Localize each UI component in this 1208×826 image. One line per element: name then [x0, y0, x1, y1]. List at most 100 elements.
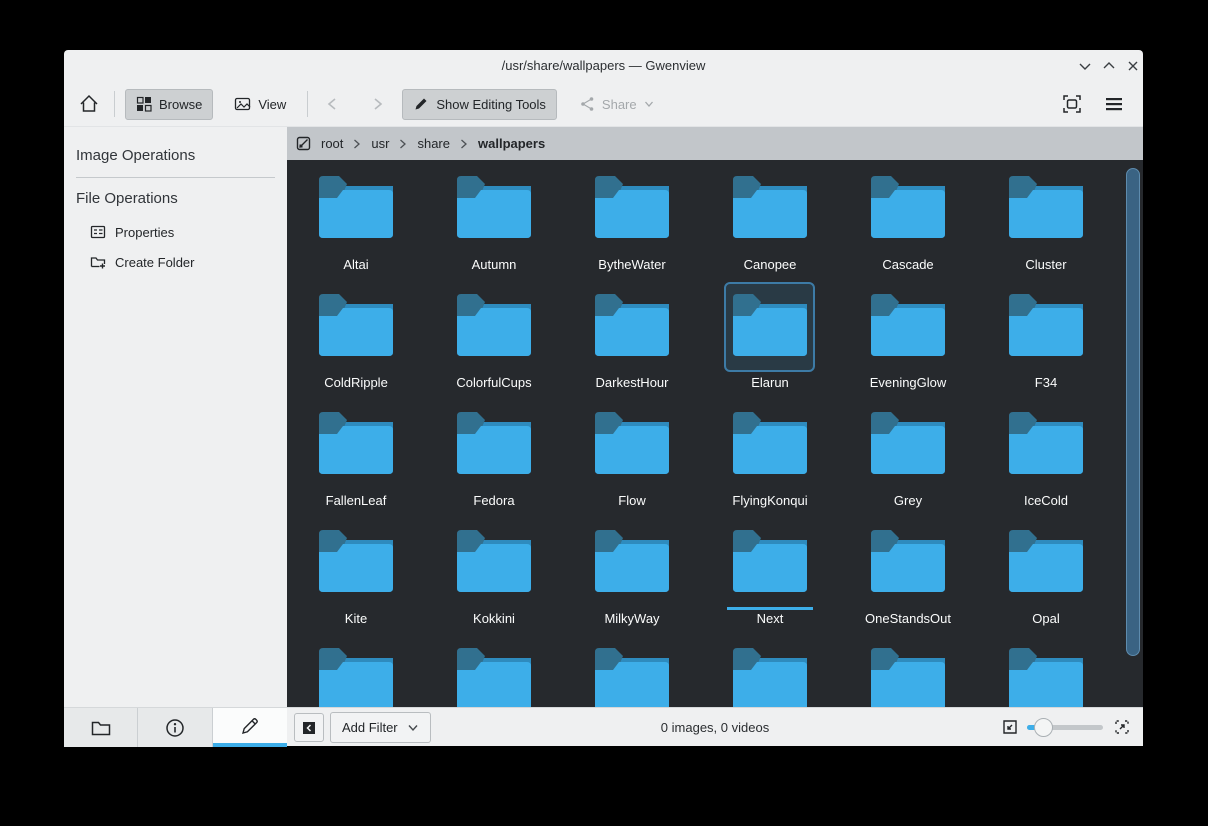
folder-item[interactable]: F34: [977, 290, 1115, 408]
tab-folders[interactable]: [64, 708, 138, 747]
folder-label: Canopee: [701, 257, 839, 272]
folder-item[interactable]: [977, 644, 1115, 707]
folder-item[interactable]: Grey: [839, 408, 977, 526]
folder-item[interactable]: Canopee: [701, 172, 839, 290]
folder-icon: [592, 526, 672, 594]
zoom-slider[interactable]: [1027, 708, 1103, 747]
hamburger-menu-button[interactable]: [1099, 89, 1129, 120]
folder-item[interactable]: [701, 644, 839, 707]
main-toolbar: Browse View Show Editing Tools: [64, 82, 1143, 127]
minimize-button[interactable]: [1077, 58, 1093, 74]
folder-label: DarkestHour: [563, 375, 701, 390]
vertical-scrollbar[interactable]: [1126, 168, 1140, 656]
folder-icon: [316, 290, 396, 358]
pencil-tab-icon: [239, 715, 261, 737]
browse-label: Browse: [159, 97, 202, 112]
hover-underline: [727, 607, 813, 610]
folder-label: FlyingKonqui: [701, 493, 839, 508]
breadcrumb-root[interactable]: root: [321, 136, 343, 151]
toolbar-separator: [307, 91, 308, 117]
breadcrumb-bar: root usr share wallpapers: [287, 127, 1143, 160]
folder-item[interactable]: Cluster: [977, 172, 1115, 290]
folder-icon: [454, 290, 534, 358]
folder-icon: [1006, 526, 1086, 594]
folder-item[interactable]: OneStandsOut: [839, 526, 977, 644]
folder-item[interactable]: Opal: [977, 526, 1115, 644]
sidebar-item-create-folder[interactable]: Create Folder: [76, 247, 275, 277]
folder-label: BytheWater: [563, 257, 701, 272]
zoom-fit-icon: [1001, 718, 1019, 736]
tab-information[interactable]: [138, 708, 212, 747]
breadcrumb-separator: [460, 139, 468, 149]
folder-item[interactable]: EveningGlow: [839, 290, 977, 408]
show-editing-tools-button[interactable]: Show Editing Tools: [402, 89, 557, 120]
folder-item[interactable]: FlyingKonqui: [701, 408, 839, 526]
folder-item[interactable]: IceCold: [977, 408, 1115, 526]
thumbnail-view[interactable]: Altai Autumn BytheWater Canopee Cascade …: [287, 160, 1143, 707]
folder-item[interactable]: Kite: [287, 526, 425, 644]
folder-item[interactable]: FallenLeaf: [287, 408, 425, 526]
root-drive-icon: [296, 136, 311, 151]
image-icon: [234, 96, 251, 112]
tab-operations[interactable]: [213, 708, 287, 747]
folder-icon: [730, 526, 810, 594]
folder-item[interactable]: Fedora: [425, 408, 563, 526]
fullscreen-button[interactable]: [1057, 89, 1087, 120]
properties-icon: [90, 224, 106, 240]
breadcrumb-share[interactable]: share: [417, 136, 450, 151]
folder-label: Elarun: [701, 375, 839, 390]
folder-item-selected[interactable]: Elarun: [701, 290, 839, 408]
folder-item[interactable]: Autumn: [425, 172, 563, 290]
folder-icon: [868, 644, 948, 707]
share-button[interactable]: Share: [569, 89, 665, 120]
zoom-full-button[interactable]: [1113, 718, 1131, 741]
folder-item[interactable]: Altai: [287, 172, 425, 290]
folder-icon: [868, 172, 948, 240]
browse-button[interactable]: Browse: [125, 89, 213, 120]
folder-item[interactable]: MilkyWay: [563, 526, 701, 644]
folder-label: ColdRipple: [287, 375, 425, 390]
close-button[interactable]: [1125, 58, 1141, 74]
folder-item[interactable]: Cascade: [839, 172, 977, 290]
sidebar: Image Operations File Operations Propert…: [64, 127, 287, 707]
folder-item[interactable]: DarkestHour: [563, 290, 701, 408]
share-label: Share: [602, 97, 637, 112]
breadcrumb-usr[interactable]: usr: [371, 136, 389, 151]
titlebar[interactable]: /usr/share/wallpapers — Gwenview: [64, 50, 1143, 82]
go-back-button[interactable]: [318, 89, 348, 120]
folder-icon: [592, 290, 672, 358]
maximize-button[interactable]: [1101, 58, 1117, 74]
folder-icon: [730, 290, 810, 358]
folder-item[interactable]: [563, 644, 701, 707]
folder-item[interactable]: ColdRipple: [287, 290, 425, 408]
folder-icon: [316, 408, 396, 476]
sidebar-item-properties[interactable]: Properties: [76, 217, 275, 247]
home-button[interactable]: [74, 89, 104, 120]
go-forward-button[interactable]: [362, 89, 392, 120]
folder-icon: [454, 526, 534, 594]
folder-item-hovered[interactable]: Next: [701, 526, 839, 644]
folder-icon: [592, 408, 672, 476]
hamburger-icon: [1104, 94, 1124, 114]
chevron-right-icon: [368, 95, 386, 113]
folder-item[interactable]: [425, 644, 563, 707]
folder-icon: [316, 644, 396, 707]
folder-icon: [868, 290, 948, 358]
folder-label: FallenLeaf: [287, 493, 425, 508]
folder-item[interactable]: BytheWater: [563, 172, 701, 290]
zoom-fit-button[interactable]: [1001, 718, 1019, 741]
slider-handle[interactable]: [1034, 718, 1053, 737]
breadcrumb-separator: [353, 139, 361, 149]
breadcrumb-wallpapers[interactable]: wallpapers: [478, 136, 545, 151]
view-button[interactable]: View: [223, 89, 297, 120]
folder-icon: [730, 644, 810, 707]
folder-item[interactable]: [839, 644, 977, 707]
folder-item[interactable]: [287, 644, 425, 707]
folder-item[interactable]: Flow: [563, 408, 701, 526]
folder-item[interactable]: ColorfulCups: [425, 290, 563, 408]
folder-label: Fedora: [425, 493, 563, 508]
folder-icon: [316, 172, 396, 240]
sidebar-tabs: [64, 708, 287, 747]
folder-label: ColorfulCups: [425, 375, 563, 390]
folder-item[interactable]: Kokkini: [425, 526, 563, 644]
